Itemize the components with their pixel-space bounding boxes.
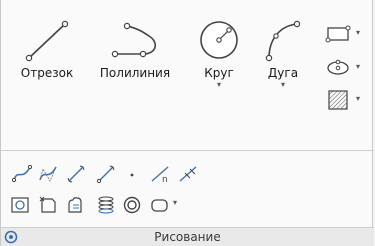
rectangle-dropdown-icon[interactable]: ▾: [356, 28, 360, 37]
hatch-icon: [328, 90, 348, 110]
ellipse-icon: [327, 59, 349, 75]
arc-icon: [265, 20, 301, 62]
polyline-icon: [111, 22, 156, 58]
boundary-icon: [151, 199, 168, 212]
panel-title: Рисование: [154, 230, 221, 244]
region-button[interactable]: [7, 193, 33, 217]
point-button[interactable]: [119, 162, 145, 186]
point-icon: [130, 173, 134, 177]
donut-icon: [123, 196, 141, 214]
panel-footer: Рисование: [1, 227, 374, 246]
helix-button[interactable]: [93, 193, 119, 217]
construction-line-button[interactable]: [63, 162, 89, 186]
ellipse-dropdown-icon[interactable]: ▾: [356, 62, 360, 71]
draw-ribbon-panel: Отрезок Полилиния Круг ▾ Дуга ▾ ▾ ▾ ▾ n …: [0, 0, 374, 246]
hatch-button[interactable]: ▾: [323, 88, 367, 114]
circle-icon: [200, 21, 238, 59]
region-icon: [11, 197, 29, 213]
arc-button[interactable]: Дуга ▾: [255, 14, 311, 112]
arc-dropdown-icon[interactable]: ▾: [255, 81, 311, 89]
hatch-dropdown-icon[interactable]: ▾: [356, 94, 360, 103]
circle-dropdown-icon[interactable]: ▾: [191, 81, 247, 89]
boundary-button[interactable]: ▾: [146, 193, 186, 217]
ellipse-button[interactable]: ▾: [323, 56, 367, 82]
line-icon: [25, 20, 69, 62]
divide-icon: n: [151, 166, 169, 184]
svg-text:n: n: [162, 175, 168, 184]
polyline-button[interactable]: Полилиния: [87, 14, 183, 112]
spline-fit-button[interactable]: [9, 162, 35, 186]
spline-cv-button[interactable]: [35, 162, 61, 186]
line-button-label: Отрезок: [20, 66, 74, 80]
ray-button[interactable]: [93, 162, 119, 186]
wipeout-button[interactable]: [35, 193, 61, 217]
measure-button[interactable]: [175, 162, 201, 186]
spline-fit-icon: [12, 164, 32, 183]
polyline-button-label: Полилиния: [99, 66, 171, 80]
rectangle-button[interactable]: ▾: [323, 22, 367, 48]
helix-icon: [98, 196, 114, 214]
construction-line-icon: [67, 165, 85, 183]
panel-divider: [1, 150, 374, 151]
donut-button[interactable]: [119, 193, 145, 217]
spline-cv-icon: [39, 166, 57, 182]
divide-button[interactable]: n: [147, 162, 173, 186]
ray-icon: [96, 165, 115, 184]
measure-icon: [179, 166, 197, 182]
revision-cloud-icon: [68, 197, 82, 213]
boundary-dropdown-icon[interactable]: ▾: [173, 198, 177, 207]
revision-cloud-button[interactable]: [63, 193, 89, 217]
line-button[interactable]: Отрезок: [11, 14, 83, 112]
rectangle-icon: [325, 25, 351, 43]
circle-button[interactable]: Круг ▾: [191, 14, 247, 112]
wipeout-icon: [39, 196, 56, 213]
arc-button-label: Дуга: [267, 66, 299, 80]
circle-button-label: Круг: [204, 66, 234, 80]
